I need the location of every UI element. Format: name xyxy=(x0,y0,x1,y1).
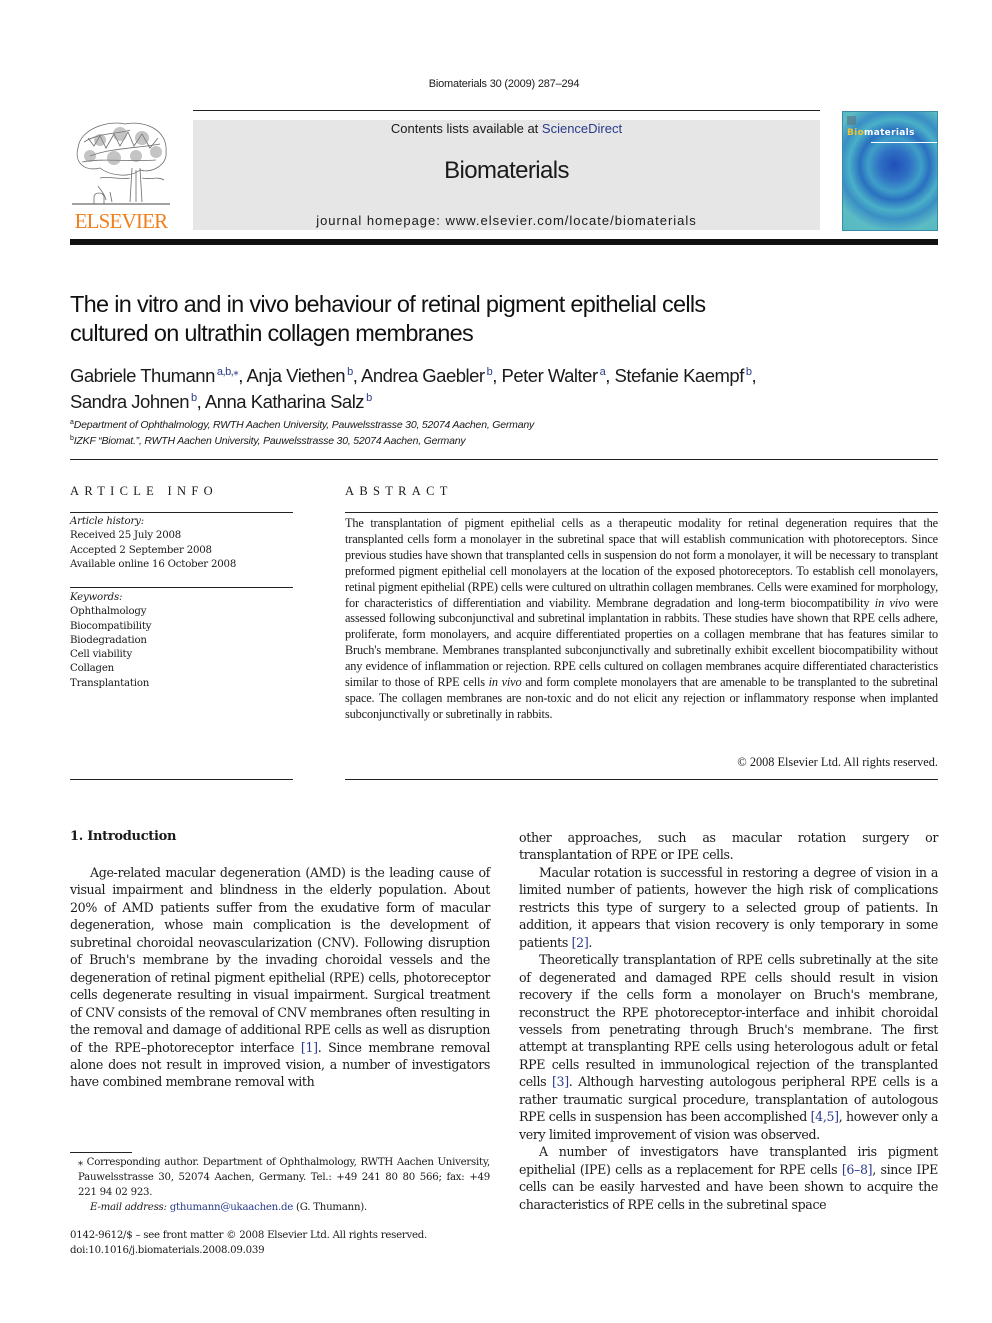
affiliation-marker[interactable]: a xyxy=(600,366,606,378)
author-name[interactable]: Anna Katharina Salz xyxy=(205,391,365,412)
masthead-rule xyxy=(70,239,938,245)
divider xyxy=(70,587,293,588)
author-name[interactable]: Andrea Gaebler xyxy=(361,365,485,386)
keyword: Collagen xyxy=(70,663,115,675)
elsevier-mini-logo-icon xyxy=(847,116,856,125)
affiliation-marker[interactable]: b xyxy=(347,366,353,378)
footnote-rule xyxy=(70,1152,132,1153)
issn-line: 0142-9612/$ – see front matter © 2008 El… xyxy=(70,1230,428,1241)
elsevier-wordmark: ELSEVIER xyxy=(74,209,169,233)
keywords: Keywords: Ophthalmology Biocompatibility… xyxy=(70,591,293,691)
email-link[interactable]: gthumann@ukaachen.de xyxy=(170,1202,294,1213)
author-name[interactable]: Sandra Johnen xyxy=(70,391,190,412)
body-column-left: Age-related macular degeneration (AMD) i… xyxy=(70,864,490,1091)
top-rule xyxy=(193,110,820,111)
running-head: Biomaterials 30 (2009) 287–294 xyxy=(428,78,580,90)
corresponding-author-footnote: ⁎ Corresponding author. Department of Op… xyxy=(78,1157,490,1213)
contents-line: Contents lists available at ScienceDirec… xyxy=(193,121,820,136)
affiliation-marker[interactable]: b xyxy=(366,392,372,404)
cover-rule xyxy=(871,142,937,143)
keyword: Biodegradation xyxy=(70,634,147,646)
paragraph: other approaches, such as macular rotati… xyxy=(519,830,938,863)
citation-link[interactable]: [3] xyxy=(552,1074,569,1089)
sciencedirect-link[interactable]: ScienceDirect xyxy=(542,121,622,136)
affiliation-b: bIZKF “Biomat.”, RWTH Aachen University,… xyxy=(70,435,466,447)
history-accepted: Accepted 2 September 2008 xyxy=(70,544,212,556)
affiliation-a: aDepartment of Ophthalmology, RWTH Aache… xyxy=(70,419,535,431)
tree-icon xyxy=(72,122,170,205)
elsevier-logo[interactable]: ELSEVIER xyxy=(70,118,172,232)
journal-title: Biomaterials xyxy=(444,157,569,184)
affiliation-marker[interactable]: b xyxy=(191,392,197,404)
author-name[interactable]: Peter Walter xyxy=(502,365,599,386)
article-title: The in vitro and in vivo behaviour of re… xyxy=(70,291,706,346)
divider xyxy=(70,779,293,780)
keyword: Ophthalmology xyxy=(70,606,147,618)
contents-prefix: Contents lists available at xyxy=(390,121,542,136)
keyword: Transplantation xyxy=(70,677,150,689)
author-name[interactable]: Stefanie Kaempf xyxy=(615,365,745,386)
journal-cover-image[interactable]: Biomaterials xyxy=(842,111,938,231)
body-column-right: other approaches, such as macular rotati… xyxy=(519,829,938,1213)
author-list: Gabriele Thumann a,b,⁎, Anja Viethen b, An… xyxy=(70,365,757,412)
citation-link[interactable]: [4,5] xyxy=(811,1109,839,1124)
keyword: Cell viability xyxy=(70,649,133,661)
affiliation-marker[interactable]: b xyxy=(746,366,752,378)
abstract-heading: ABSTRACT xyxy=(345,484,453,498)
affiliations: aDepartment of Ophthalmology, RWTH Aache… xyxy=(70,416,930,448)
paragraph: A number of investigators have transplan… xyxy=(519,1144,938,1212)
paragraph: Theoretically transplantation of RPE cel… xyxy=(519,952,938,1142)
citation-link[interactable]: [2] xyxy=(572,935,589,950)
journal-homepage-link[interactable]: journal homepage: www.elsevier.com/locat… xyxy=(193,213,820,228)
doi[interactable]: doi:10.1016/j.biomaterials.2008.09.039 xyxy=(70,1243,490,1258)
affiliation-marker[interactable]: b xyxy=(487,366,493,378)
abstract-text: The transplantation of pigment epithelia… xyxy=(345,516,939,721)
article-history: Article history: Received 25 July 2008 A… xyxy=(70,515,293,572)
cover-title: Biomaterials xyxy=(847,128,915,138)
affiliation-marker[interactable]: a,b,⁎ xyxy=(217,366,239,378)
paragraph: Macular rotation is successful in restor… xyxy=(519,864,938,950)
author-name[interactable]: Anja Viethen xyxy=(247,365,346,386)
history-received: Received 25 July 2008 xyxy=(70,530,182,542)
divider xyxy=(70,512,293,513)
publication-meta: 0142-9612/$ – see front matter © 2008 El… xyxy=(70,1228,490,1258)
article-info-heading: ARTICLE INFO xyxy=(70,484,218,498)
divider xyxy=(345,779,938,780)
citation-link[interactable]: [1] xyxy=(301,1040,318,1055)
paragraph: Age-related macular degeneration (AMD) i… xyxy=(70,865,491,1090)
section-heading-introduction: 1. Introduction xyxy=(70,829,177,844)
author-name[interactable]: Gabriele Thumann xyxy=(70,365,215,386)
citation-link[interactable]: [6–8] xyxy=(842,1162,873,1177)
history-online: Available online 16 October 2008 xyxy=(70,558,237,570)
keyword: Biocompatibility xyxy=(70,620,152,632)
abstract-copyright: © 2008 Elsevier Ltd. All rights reserved… xyxy=(737,755,938,769)
divider xyxy=(70,459,938,460)
divider xyxy=(345,512,938,513)
